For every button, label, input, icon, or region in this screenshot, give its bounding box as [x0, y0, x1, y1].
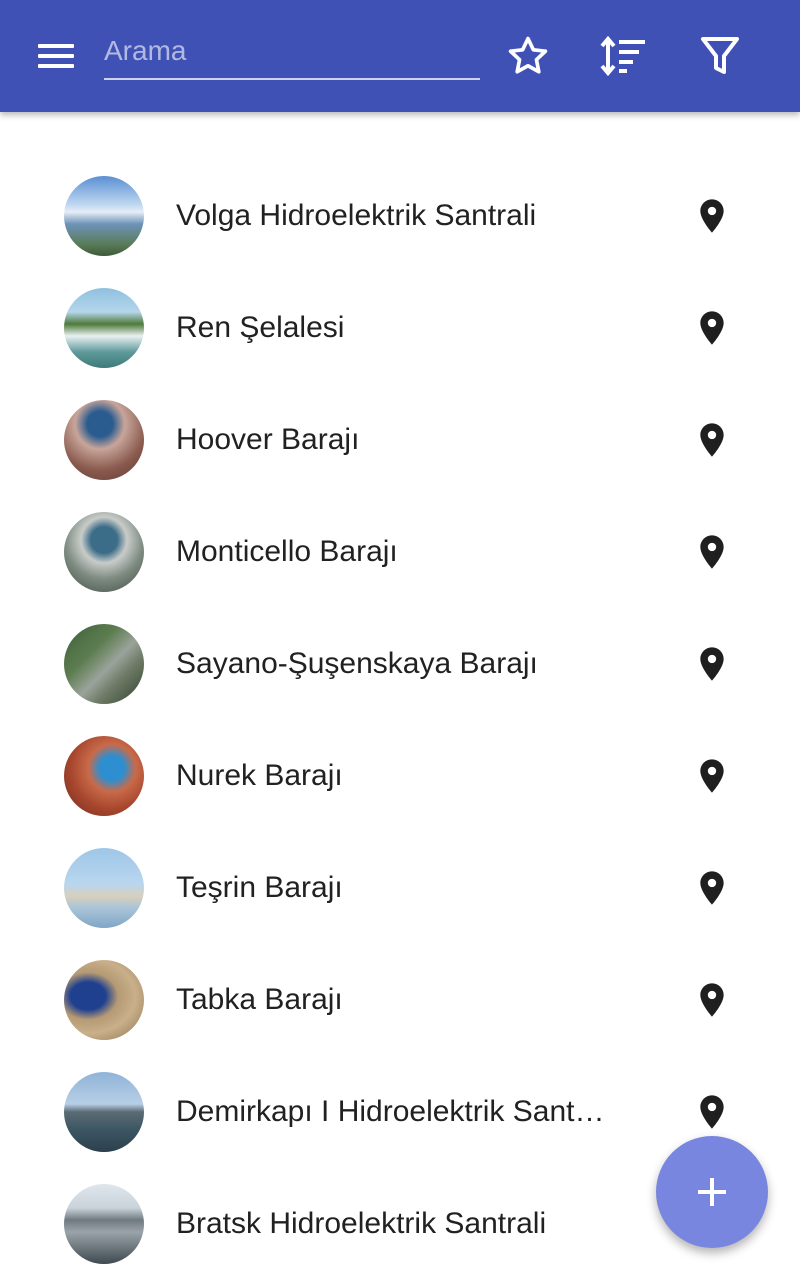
item-name: Nurek Barajı — [176, 759, 343, 792]
thumbnail-image — [64, 176, 144, 256]
map-pin-icon[interactable] — [692, 194, 732, 238]
list-item[interactable]: Ren Şelalesi — [0, 272, 800, 384]
item-name: Hoover Barajı — [176, 423, 360, 456]
thumbnail-image — [64, 736, 144, 816]
thumbnail-image — [64, 624, 144, 704]
list-item[interactable]: Teşrin Barajı — [0, 832, 800, 944]
map-pin-icon[interactable] — [692, 978, 732, 1022]
favorites-button[interactable] — [502, 30, 554, 82]
item-name: Sayano-Şuşenskaya Barajı — [176, 647, 538, 680]
thumbnail-image — [64, 1072, 144, 1152]
thumbnail-image — [64, 1184, 144, 1264]
item-name: Monticello Barajı — [176, 535, 398, 568]
item-name: Ren Şelalesi — [176, 311, 345, 344]
item-name: Tabka Barajı — [176, 983, 343, 1016]
sort-icon — [600, 35, 645, 77]
item-name: Bratsk Hidroelektrik Santrali — [176, 1207, 547, 1240]
dam-list: Volga Hidroelektrik Santrali Ren Şelales… — [0, 160, 800, 1280]
menu-icon-bar — [38, 54, 74, 58]
filter-icon — [701, 37, 739, 74]
list-item[interactable]: Tabka Barajı — [0, 944, 800, 1056]
app-bar — [0, 0, 800, 112]
list-item[interactable]: Monticello Barajı — [0, 496, 800, 608]
search-input[interactable] — [104, 24, 480, 80]
list-item[interactable]: Nurek Barajı — [0, 720, 800, 832]
thumbnail-image — [64, 848, 144, 928]
menu-icon-bar — [38, 64, 74, 68]
map-pin-icon[interactable] — [692, 866, 732, 910]
menu-button[interactable] — [26, 30, 86, 82]
menu-icon-bar — [38, 44, 74, 48]
thumbnail-image — [64, 960, 144, 1040]
filter-button[interactable] — [694, 30, 746, 82]
map-pin-icon[interactable] — [692, 1090, 732, 1134]
item-name: Teşrin Barajı — [176, 871, 343, 904]
map-pin-icon[interactable] — [692, 418, 732, 462]
thumbnail-image — [64, 400, 144, 480]
map-pin-icon[interactable] — [692, 754, 732, 798]
item-name: Demirkapı I Hidroelektrik Sant… — [176, 1095, 605, 1128]
thumbnail-image — [64, 288, 144, 368]
item-name: Volga Hidroelektrik Santrali — [176, 199, 537, 232]
list-item[interactable]: Sayano-Şuşenskaya Barajı — [0, 608, 800, 720]
thumbnail-image — [64, 512, 144, 592]
star-outline-icon — [508, 36, 548, 74]
sort-button[interactable] — [597, 30, 649, 82]
map-pin-icon[interactable] — [692, 306, 732, 350]
map-pin-icon[interactable] — [692, 530, 732, 574]
list-item[interactable]: Hoover Barajı — [0, 384, 800, 496]
plus-icon — [698, 1178, 726, 1206]
map-pin-icon[interactable] — [692, 642, 732, 686]
add-button[interactable] — [656, 1136, 768, 1248]
list-item[interactable]: Volga Hidroelektrik Santrali — [0, 160, 800, 272]
